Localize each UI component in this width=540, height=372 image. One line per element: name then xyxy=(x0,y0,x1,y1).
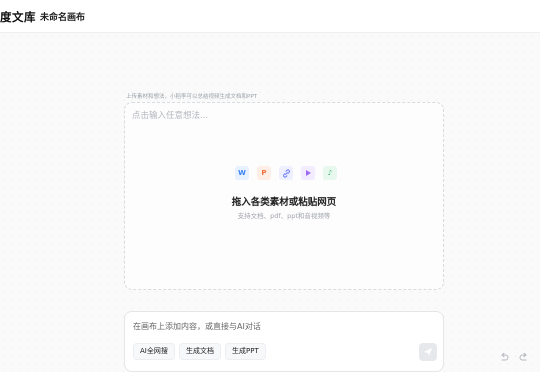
chat-input[interactable] xyxy=(133,318,413,334)
send-button[interactable] xyxy=(419,343,437,361)
file-type-icons: W P ♪ xyxy=(231,166,341,182)
ai-search-button[interactable]: AI全网搜 xyxy=(133,343,175,360)
canvas-name[interactable]: 未命名画布 xyxy=(40,10,85,23)
send-icon xyxy=(424,348,432,356)
ppt-icon: P xyxy=(257,166,271,180)
generate-doc-button[interactable]: 生成文档 xyxy=(179,343,221,360)
app-title[interactable]: 度文库 xyxy=(0,9,36,25)
idea-placeholder[interactable]: 点击输入任意想法... xyxy=(132,109,208,121)
video-icon xyxy=(301,166,315,180)
history-controls xyxy=(494,350,534,364)
redo-icon[interactable] xyxy=(519,352,529,362)
music-icon: ♪ xyxy=(323,166,337,180)
drop-zone[interactable]: 点击输入任意想法... W P ♪ 拖入各类素材或粘贴网页 支持文档、pdf、p… xyxy=(124,102,444,290)
drop-zone-subtitle: 支持文档、pdf、ppt和音视频等 xyxy=(237,212,331,220)
drop-zone-title: 拖入各类素材或粘贴网页 xyxy=(231,197,337,208)
word-icon: W xyxy=(235,166,249,180)
upload-hint: 上传素材和想法，小稻李可以总结视频生成文档和PPT xyxy=(126,94,257,100)
top-bar: 度文库 未命名画布 xyxy=(0,0,540,33)
chat-box: AI全网搜 生成文档 生成PPT xyxy=(124,311,444,372)
link-icon xyxy=(279,166,293,180)
generate-ppt-button[interactable]: 生成PPT xyxy=(225,343,266,360)
undo-icon[interactable] xyxy=(499,352,509,362)
